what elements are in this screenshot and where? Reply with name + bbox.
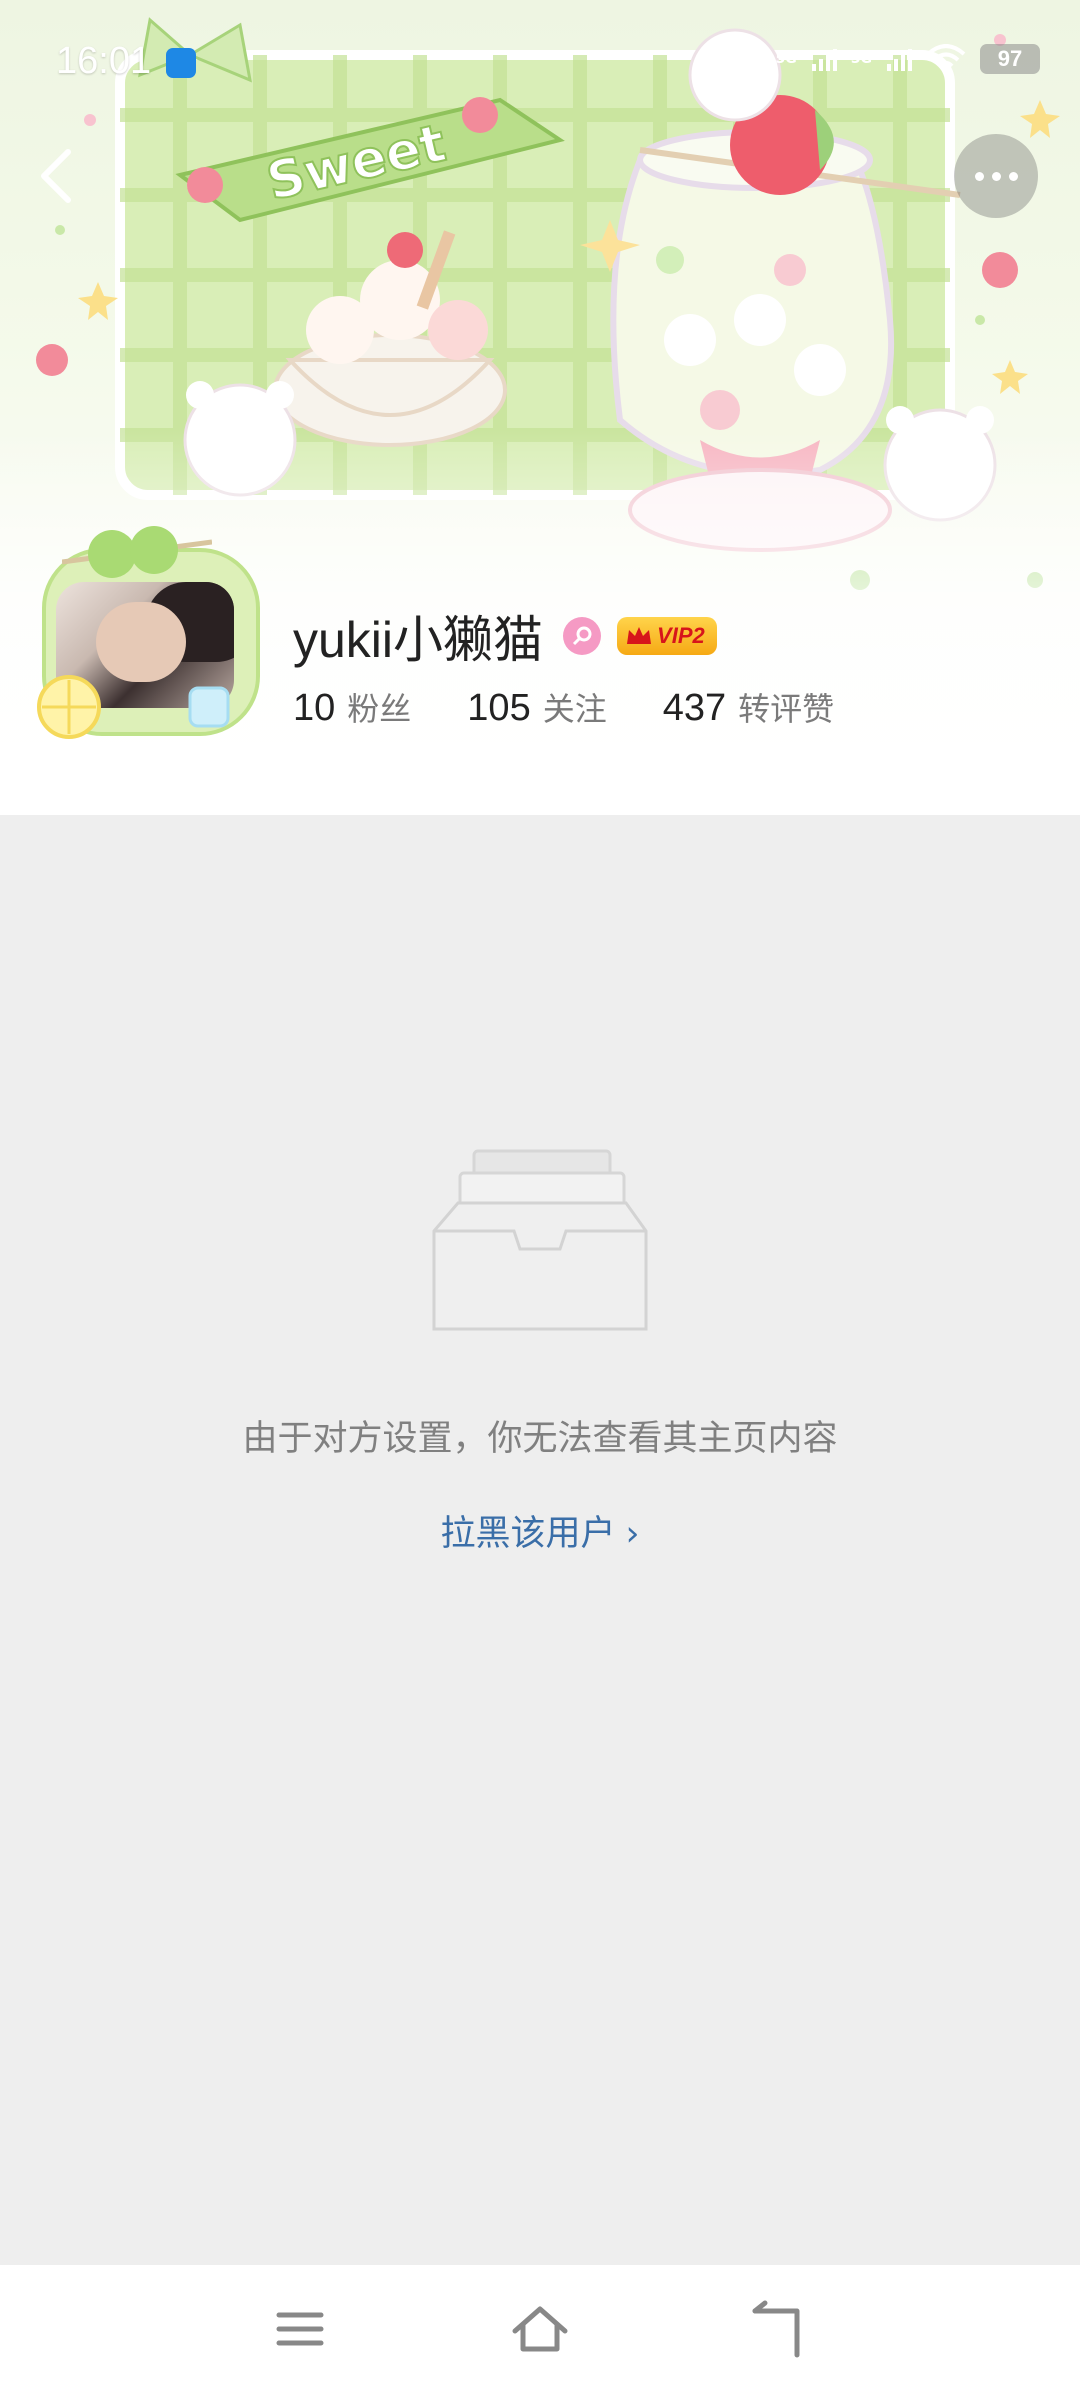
- block-user-link-text: 拉黑该用户: [440, 1514, 616, 1554]
- wifi-icon: [926, 44, 966, 74]
- stat-followers-count: 10: [293, 687, 336, 729]
- vibrate-icon: [731, 48, 761, 70]
- signal-5g-label-1: 5G: [775, 51, 797, 67]
- more-button[interactable]: [954, 134, 1038, 218]
- chevron-right-icon: ›: [625, 1514, 640, 1554]
- username: yukii小獭猫: [293, 612, 544, 668]
- menu-icon: [276, 2312, 324, 2346]
- cellular-signal-icon: [811, 49, 837, 71]
- status-bar: 16:01 5G 5G 97: [0, 0, 1080, 130]
- nav-back-button[interactable]: [745, 2295, 815, 2365]
- back-icon: [752, 2300, 800, 2358]
- status-indicators: 5G 5G 97: [730, 44, 1040, 74]
- nav-menu-button[interactable]: [265, 2295, 335, 2365]
- stat-following[interactable]: 105 关注: [467, 684, 606, 730]
- stat-interactions-label: 转评赞: [738, 690, 835, 728]
- system-navigation-bar: [0, 2265, 1080, 2392]
- avatar-frame-dango-decoration: [62, 526, 212, 578]
- privacy-message: 由于对方设置，你无法查看其主页内容: [242, 1419, 838, 1459]
- stat-following-label: 关注: [542, 690, 607, 728]
- stat-followers[interactable]: 10 粉丝: [293, 684, 411, 730]
- vip-level-label: VIP2: [657, 623, 705, 648]
- home-icon: [512, 2306, 568, 2352]
- status-time: 16:01: [56, 40, 152, 82]
- notification-app-icon: [166, 48, 196, 78]
- stat-interactions[interactable]: 437 转评赞: [663, 684, 834, 730]
- cellular-signal-icon-2: [887, 49, 912, 71]
- stat-followers-label: 粉丝: [347, 690, 412, 728]
- username-row: yukii小獭猫 VIP2: [293, 600, 717, 672]
- more-dot: [1008, 171, 1018, 181]
- empty-inbox-icon: [432, 1149, 648, 1331]
- crown-icon: [627, 627, 652, 644]
- vip-badge[interactable]: VIP2: [617, 617, 717, 655]
- block-user-link[interactable]: 拉黑该用户 ›: [0, 1505, 1080, 1556]
- more-dots-icon: [974, 171, 984, 181]
- avatar-frame-lemon-decoration: [37, 675, 101, 739]
- back-button[interactable]: [28, 140, 88, 210]
- profile-banner: Sweet 16:01 5G 5G 97 yukii小獭猫 VIP2 10 粉丝…: [0, 0, 1080, 815]
- stat-interactions-count: 437: [662, 687, 727, 729]
- avatar-photo-face: [96, 602, 186, 682]
- avatar-frame-ice-decoration: [188, 686, 230, 728]
- back-arrow-icon: [41, 149, 71, 203]
- nav-home-button[interactable]: [505, 2295, 575, 2365]
- battery-indicator: 97: [980, 44, 1040, 74]
- female-symbol-icon: [572, 626, 592, 646]
- profile-stats: 10 粉丝 105 关注 437 转评赞: [293, 684, 890, 730]
- female-gender-icon: [563, 617, 602, 655]
- more-dot: [991, 171, 1001, 181]
- avatar[interactable]: [34, 522, 264, 742]
- signal-5g-label-2: 5G: [850, 51, 872, 67]
- stat-following-count: 105: [467, 687, 531, 729]
